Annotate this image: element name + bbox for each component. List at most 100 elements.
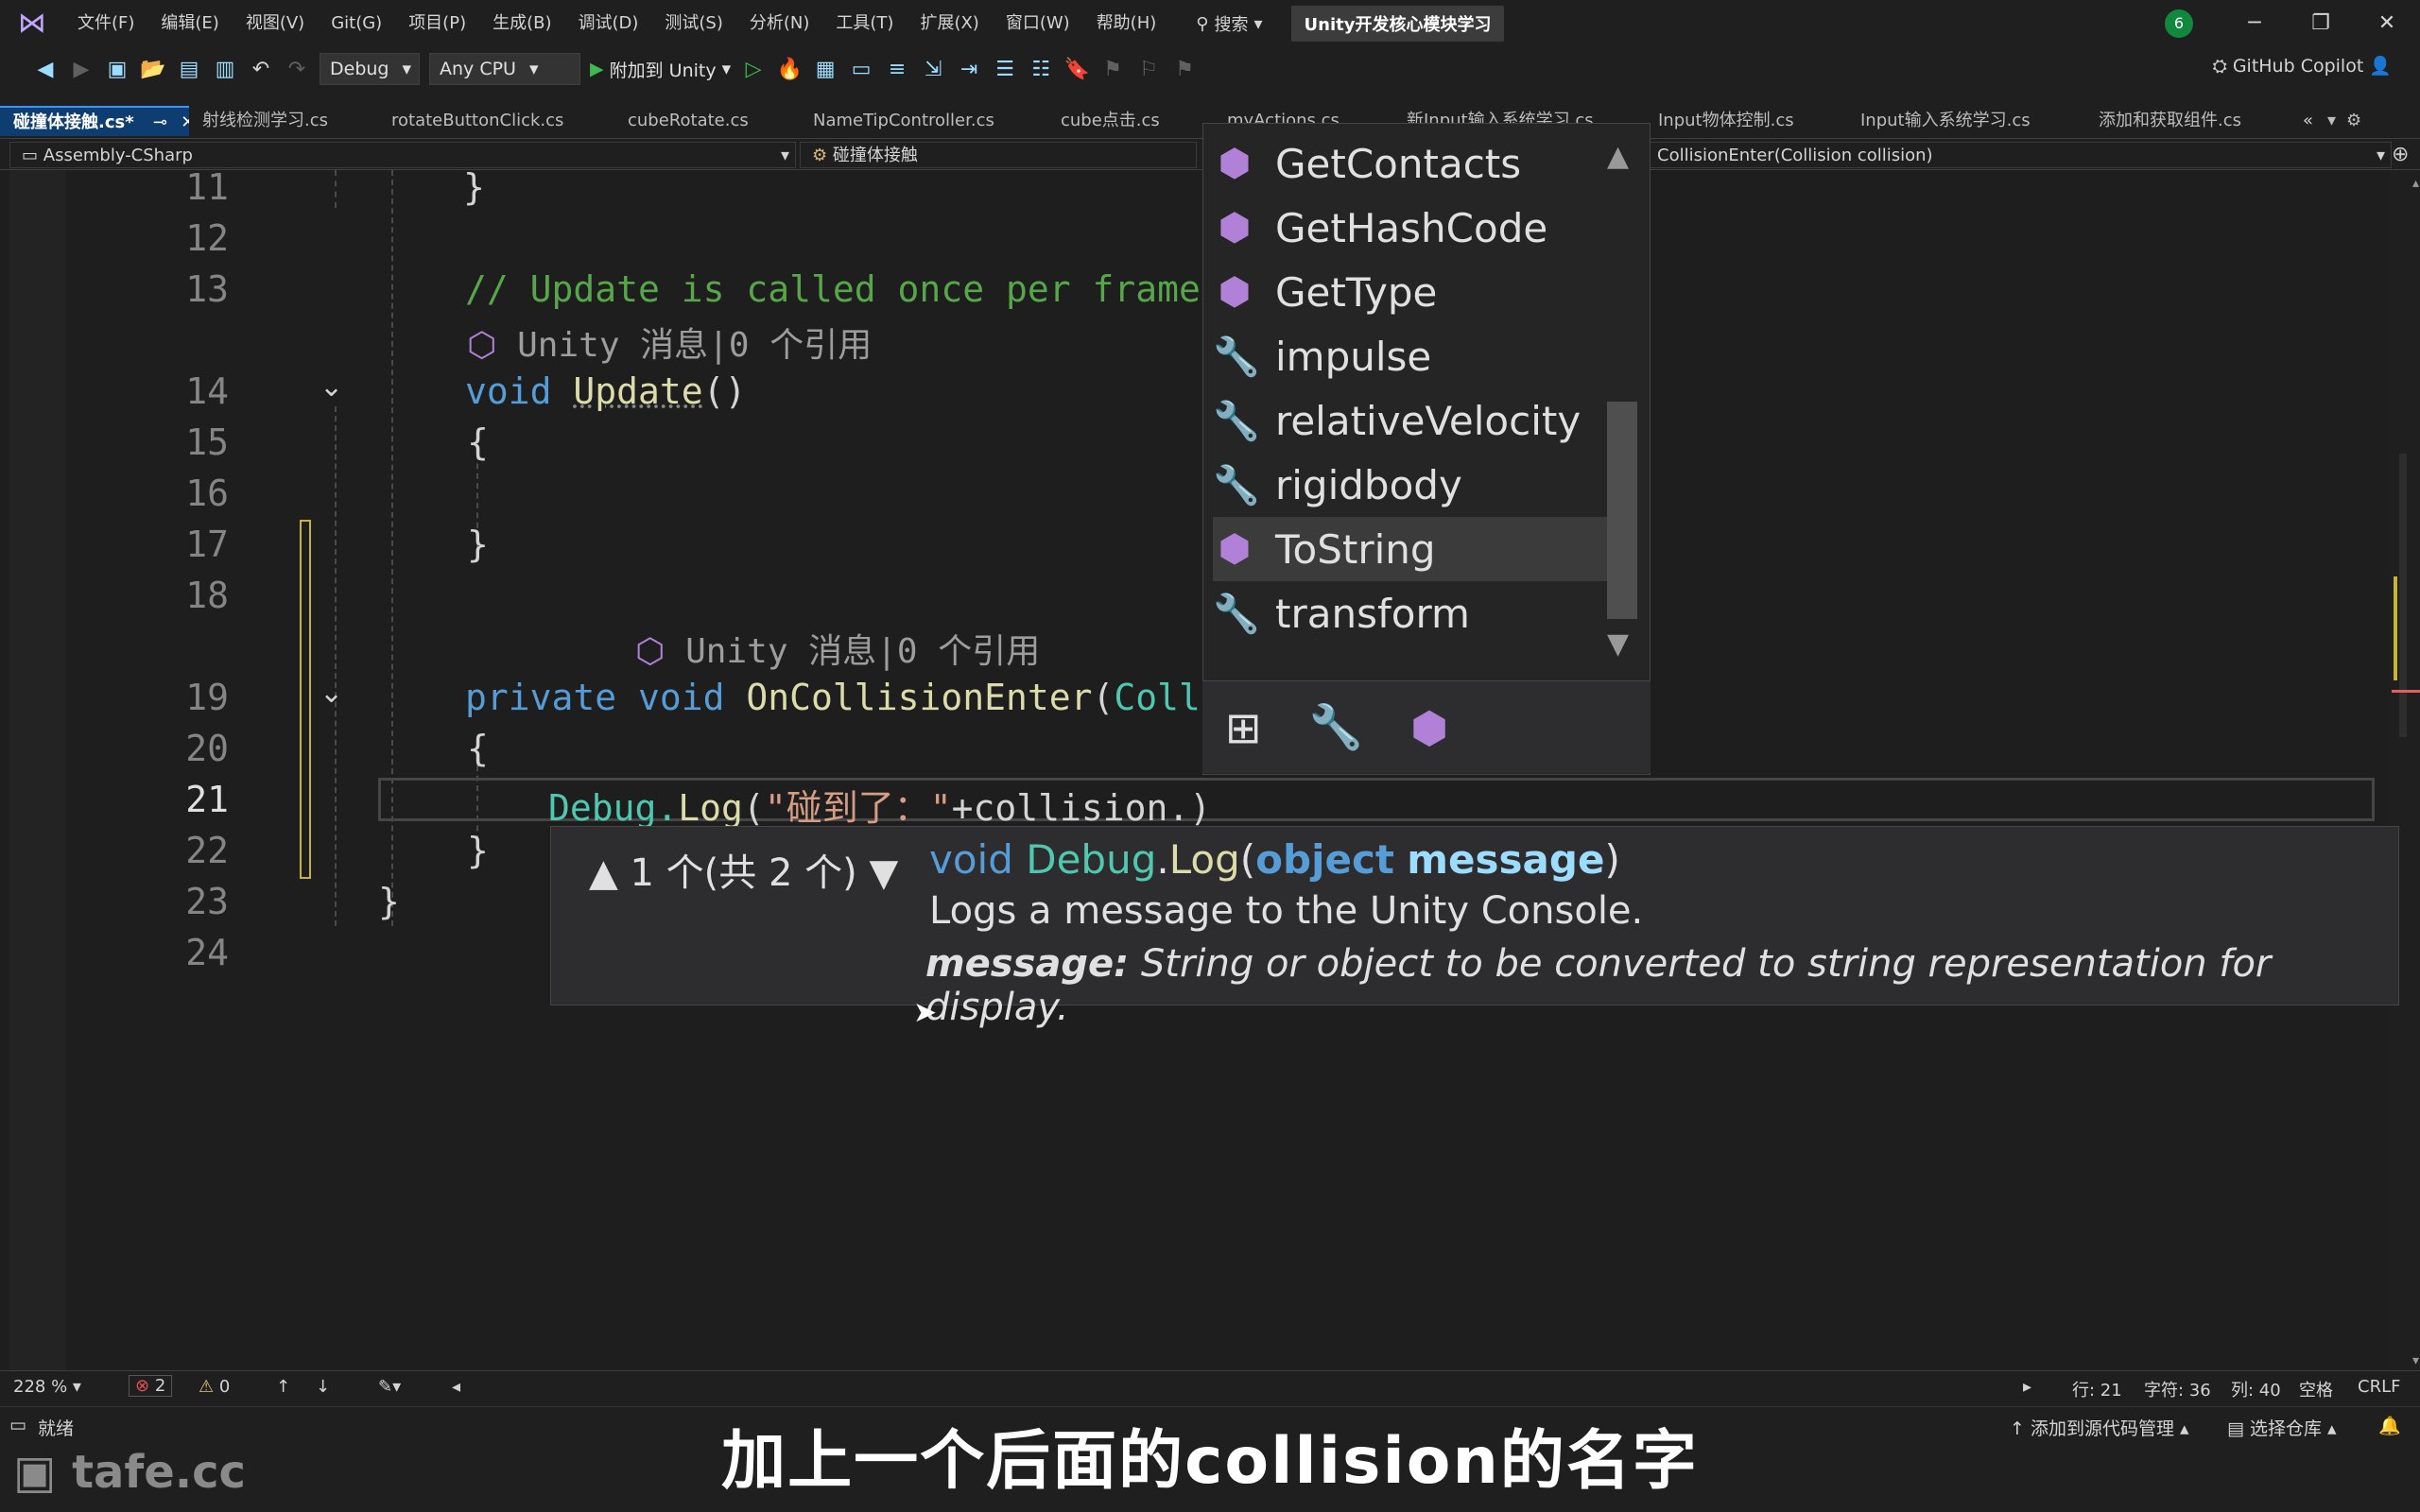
next-issue-icon[interactable]: ↓ (316, 1377, 330, 1397)
hot-reload-icon[interactable]: 🔥 (776, 58, 803, 81)
completion-scroll-down-icon[interactable]: ▼ (1607, 627, 1629, 661)
forward-icon[interactable]: ▶ (68, 58, 95, 81)
completion-item[interactable]: ⬢ GetType (1213, 260, 1610, 324)
split-editor-icon[interactable]: ⊕ (2392, 143, 2409, 166)
menu-project[interactable]: 项目(P) (395, 0, 479, 47)
platform-select[interactable]: Any CPU ▾ (429, 53, 580, 85)
gear-icon[interactable]: ⚙ (2346, 106, 2369, 136)
previous-overload-icon[interactable]: ▲ (589, 851, 618, 895)
completion-item[interactable]: ⬢ GetContacts (1213, 131, 1610, 196)
menu-extensions[interactable]: 扩展(X) (907, 0, 992, 47)
close-button[interactable]: ✕ (2354, 0, 2420, 47)
new-project-icon[interactable]: ▣ (104, 58, 130, 81)
code-current-statement[interactable]: Debug.Log("碰到了："+collision.) (548, 779, 1211, 831)
scroll-up-icon[interactable]: ▴ (2412, 176, 2419, 191)
codelens-hint[interactable]: ⬡ Unity 消息|0 个引用 (635, 624, 1040, 673)
scrollbar-thumb[interactable] (2399, 454, 2407, 737)
tab-collision-contact[interactable]: 碰撞体接触.cs* ⊸ ✕ (0, 106, 189, 136)
next-bookmark-icon[interactable]: ⚐ (1135, 58, 1162, 81)
tab-cube-rotate[interactable]: cubeRotate.cs (614, 106, 800, 136)
menu-view[interactable]: 视图(V) (233, 0, 318, 47)
format-icon[interactable]: ≡ (884, 58, 910, 81)
completion-item[interactable]: ⬢ GetHashCode (1213, 196, 1610, 260)
layout-icon[interactable]: ▭ (848, 58, 874, 81)
warning-count[interactable]: ⚠ 0 (199, 1377, 230, 1397)
pin-icon[interactable]: ⊸ (153, 112, 167, 132)
minimize-button[interactable]: ─ (2221, 0, 2288, 47)
code-editor[interactable] (0, 170, 2390, 1370)
menu-build[interactable]: 生成(B) (479, 0, 564, 47)
menu-file[interactable]: 文件(F) (64, 0, 147, 47)
tab-raycast[interactable]: 射线检测学习.cs (189, 106, 378, 136)
project-dropdown[interactable]: ▭ Assembly-CSharp ▾ (9, 142, 796, 168)
tab-input-object[interactable]: Input物体控制.cs (1645, 106, 1847, 136)
previous-issue-icon[interactable]: ↑ (276, 1377, 290, 1397)
back-icon[interactable]: ◀ (32, 58, 59, 81)
char-indicator[interactable]: 字符: 36 (2144, 1377, 2211, 1401)
completion-item[interactable]: 🔧 impulse (1213, 324, 1610, 388)
property-filter-wrench-icon[interactable]: 🔧 (1309, 701, 1363, 753)
undo-icon[interactable]: ↶ (248, 58, 274, 81)
menu-git[interactable]: Git(G) (318, 0, 395, 47)
uncomment-icon[interactable]: ☷ (1028, 58, 1054, 81)
menu-test[interactable]: 测试(S) (651, 0, 735, 47)
cleanup-brush-icon[interactable]: ✎▾ (378, 1377, 401, 1397)
menu-analyze[interactable]: 分析(N) (736, 0, 823, 47)
member-dropdown[interactable]: CollisionEnter(Collision collision) ▾ (1645, 142, 2392, 168)
collapse-chevron-icon[interactable]: ⌄ (320, 370, 343, 404)
scroll-right-icon[interactable]: ▸ (2023, 1377, 2031, 1397)
clear-bookmarks-icon[interactable]: ⚑ (1171, 58, 1198, 81)
completion-item-selected[interactable]: ⬢ ToString (1213, 517, 1610, 581)
solution-explorer-icon[interactable]: ▦ (812, 58, 838, 81)
codelens-hint[interactable]: ⬡ Unity 消息|0 个引用 (467, 318, 872, 367)
tab-add-component[interactable]: 添加和获取组件.cs (2085, 106, 2290, 136)
indent-icon[interactable]: ⇥ (956, 58, 982, 81)
tab-cube-click[interactable]: cube点击.cs (1047, 106, 1214, 136)
comment-icon[interactable]: ☰ (992, 58, 1018, 81)
overview-ruler[interactable]: ▴ ▾ (2392, 170, 2420, 1370)
menu-debug[interactable]: 调试(D) (565, 0, 652, 47)
completion-scroll-up-icon[interactable]: ▲ (1607, 140, 1629, 173)
save-all-icon[interactable]: ▥ (212, 58, 238, 81)
completion-scrollbar-thumb[interactable] (1607, 402, 1637, 619)
scroll-left-icon[interactable]: ◂ (452, 1377, 460, 1397)
line-indicator[interactable]: 行: 21 (2072, 1377, 2122, 1401)
notification-badge[interactable]: 6 (2165, 9, 2193, 38)
save-icon[interactable]: ▤ (176, 58, 202, 81)
method-filter-cube-icon[interactable]: ⬢ (1410, 702, 1448, 753)
bookmark-icon[interactable]: 🔖 (1063, 58, 1090, 81)
menu-tools[interactable]: 工具(T) (822, 0, 907, 47)
tab-input-system[interactable]: Input输入系统学习.cs (1847, 106, 2085, 136)
collapse-chevron-icon[interactable]: ⌄ (320, 677, 343, 710)
tab-overflow-button[interactable]: « (2290, 106, 2327, 136)
prev-bookmark-icon[interactable]: ⚑ (1099, 58, 1126, 81)
tab-rotate-button[interactable]: rotateButtonClick.cs (378, 106, 614, 136)
column-indicator[interactable]: 列: 40 (2231, 1377, 2281, 1401)
line-ending-indicator[interactable]: CRLF (2358, 1377, 2400, 1397)
scroll-down-icon[interactable]: ▾ (2412, 1353, 2419, 1368)
open-folder-icon[interactable]: 📂 (140, 58, 166, 81)
completion-item[interactable]: 🔧 transform (1213, 581, 1610, 645)
redo-icon[interactable]: ↷ (284, 58, 310, 81)
menu-window[interactable]: 窗口(W) (993, 0, 1083, 47)
whitespace-indicator[interactable]: 空格 (2299, 1377, 2333, 1401)
error-count[interactable]: ⊗ 2 (129, 1375, 173, 1397)
search-button[interactable]: ⚲ 搜索 ▾ (1196, 11, 1262, 36)
menu-edit[interactable]: 编辑(E) (147, 0, 232, 47)
expand-filter-icon[interactable]: ⊞ (1225, 702, 1262, 753)
menu-help[interactable]: 帮助(H) (1083, 0, 1170, 47)
completion-item[interactable]: 🔧 rigidbody (1213, 453, 1610, 517)
step-icon[interactable]: ⇲ (920, 58, 946, 81)
configuration-select[interactable]: Debug ▾ (320, 53, 420, 85)
attach-unity-button[interactable]: ▶ 附加到 Unity ▾ (590, 57, 731, 82)
github-copilot-button[interactable]: ⛭ GitHub Copilot 👤 (2213, 55, 2392, 77)
class-dropdown[interactable]: ⚙ 碰撞体接触 (800, 142, 1197, 168)
tab-name-tip[interactable]: NameTipController.cs (800, 106, 1047, 136)
next-overload-icon[interactable]: ▼ (869, 851, 898, 895)
completion-item[interactable]: 🔧 relativeVelocity (1213, 388, 1610, 453)
chevron-down-icon[interactable]: ▾ (2327, 106, 2346, 136)
restore-button[interactable]: ❐ (2288, 0, 2354, 47)
zoom-select[interactable]: 228 % ▾ (13, 1377, 81, 1397)
start-without-debug-icon[interactable]: ▷ (740, 58, 767, 81)
close-tab-icon[interactable]: ✕ (181, 112, 189, 132)
